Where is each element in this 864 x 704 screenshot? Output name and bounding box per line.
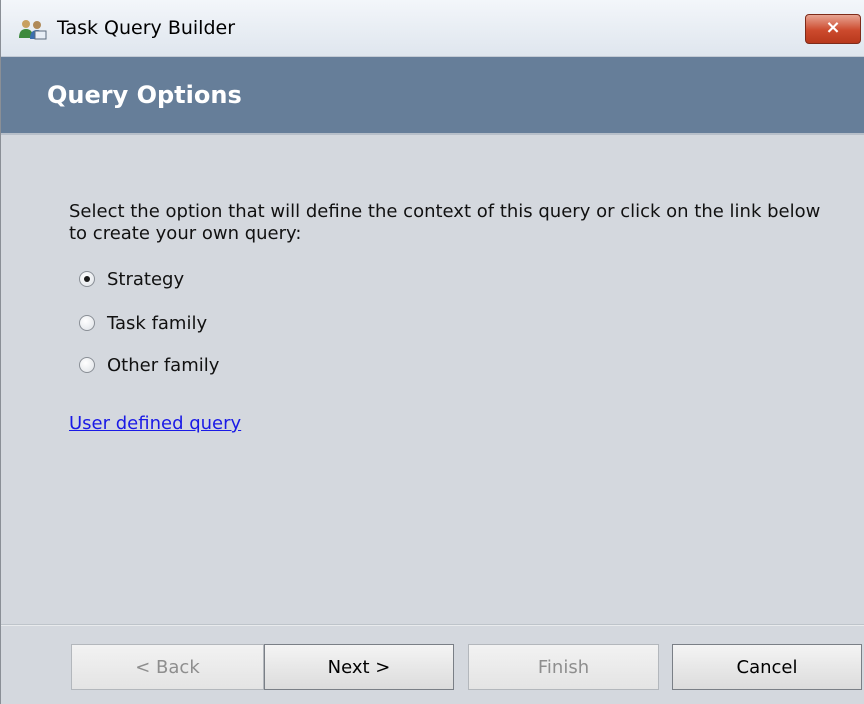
next-button[interactable]: Next > (264, 644, 454, 690)
radio-label: Task family (107, 312, 208, 334)
cancel-button[interactable]: Cancel (672, 644, 862, 690)
radio-label: Other family (107, 354, 220, 376)
people-icon (19, 20, 47, 40)
dialog-window: Task Query Builder × Query Options Selec… (0, 0, 864, 704)
radio-button[interactable] (79, 271, 95, 287)
radio-option-other-family[interactable]: Other family (79, 353, 219, 377)
back-button[interactable]: < Back (71, 644, 264, 690)
title-bar: Task Query Builder × (1, 0, 864, 57)
close-icon: × (825, 17, 841, 38)
divider (1, 624, 864, 626)
finish-button[interactable]: Finish (468, 644, 659, 690)
radio-option-task-family[interactable]: Task family (79, 311, 207, 335)
instructions-text: Select the option that will define the c… (69, 201, 821, 244)
user-defined-query-link[interactable]: User defined query (69, 413, 241, 434)
radio-option-strategy[interactable]: Strategy (79, 267, 184, 291)
window-title: Task Query Builder (57, 17, 236, 39)
content-area: Select the option that will define the c… (1, 135, 864, 625)
close-button[interactable]: × (805, 14, 861, 44)
radio-selected-dot (84, 276, 90, 282)
radio-button[interactable] (79, 315, 95, 331)
radio-button[interactable] (79, 357, 95, 373)
radio-label: Strategy (107, 268, 185, 290)
page-title: Query Options (47, 81, 242, 109)
page-header: Query Options (1, 57, 864, 135)
